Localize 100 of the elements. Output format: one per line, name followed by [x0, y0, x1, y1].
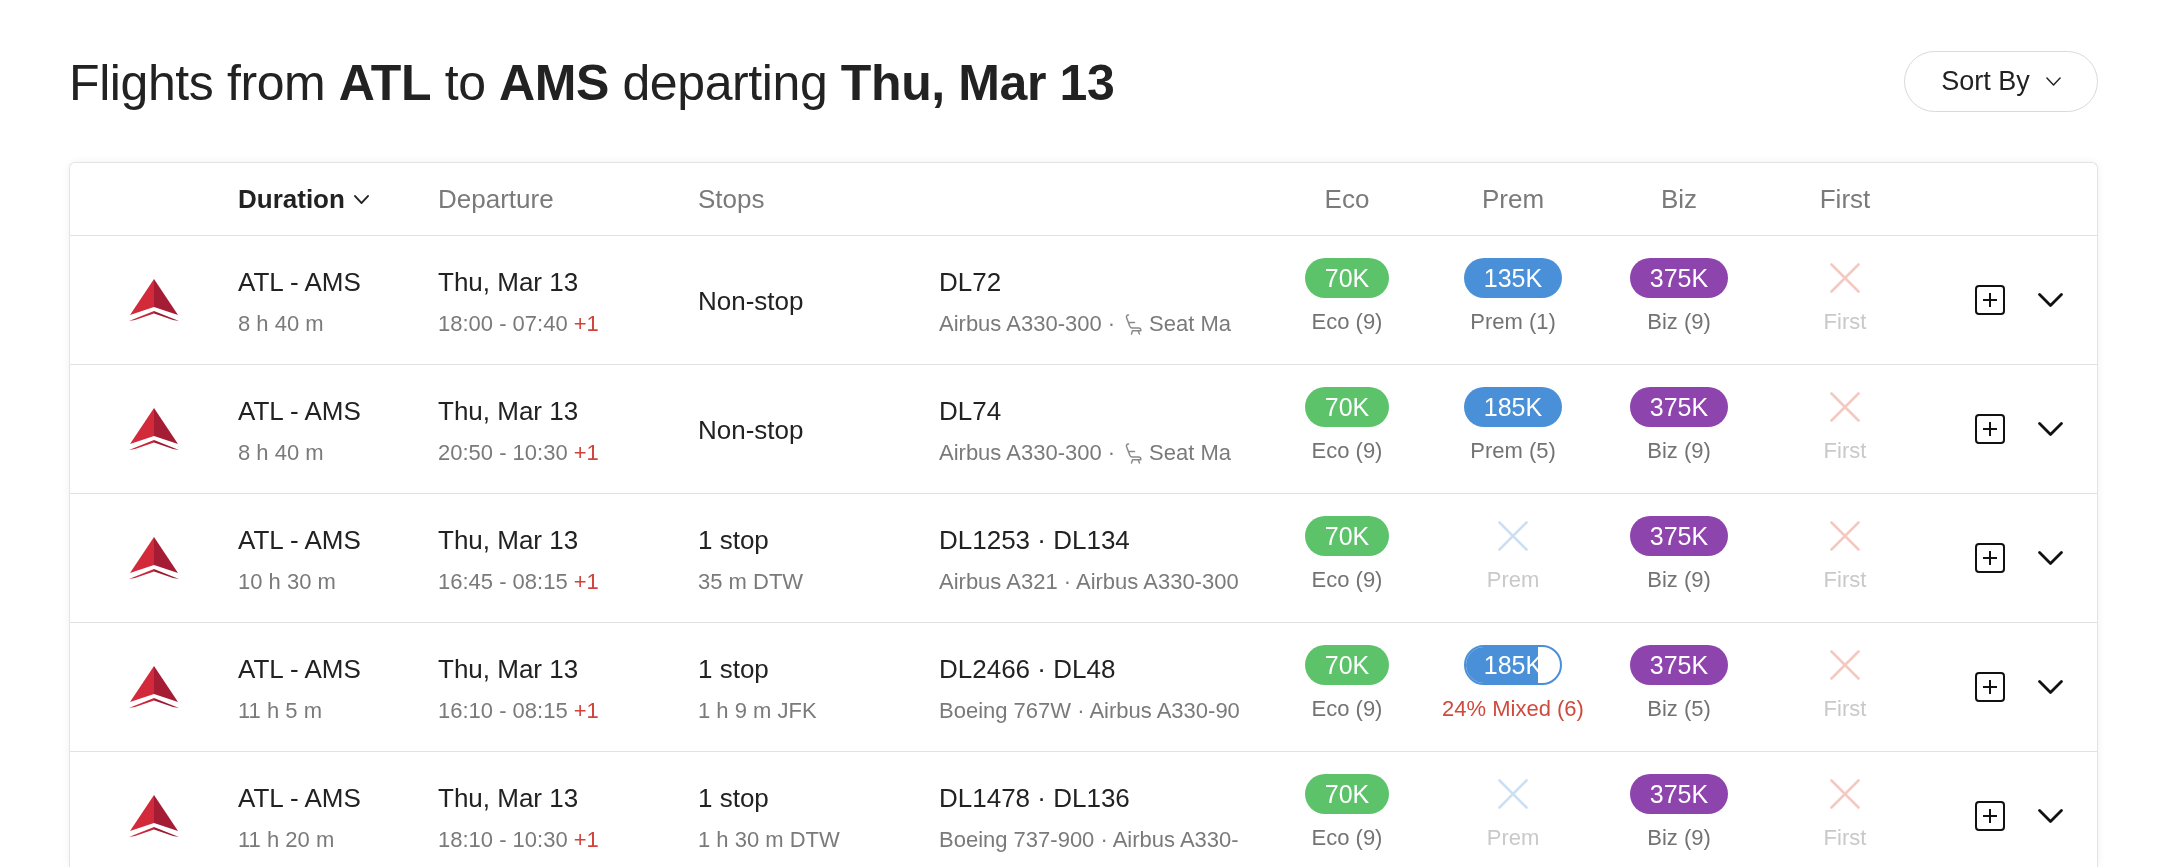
add-button[interactable]: [1975, 543, 2005, 573]
duration-text: 8 h 40 m: [238, 439, 324, 467]
date-text: Thu, Mar 13: [438, 266, 580, 298]
page-title: Flights from ATL to AMS departing Thu, Mar 13: [69, 54, 1115, 112]
cabin-label: Prem (5): [1470, 437, 1556, 465]
plus-square-icon: [1975, 414, 2005, 444]
expand-button[interactable]: [2038, 809, 2063, 823]
chevron-down-icon: [2038, 422, 2063, 436]
price-badge: 185K: [1463, 387, 1563, 427]
layover-text: 1 h 30 m DTW: [698, 826, 840, 854]
stops-text: 1 stop: [698, 524, 770, 556]
date-text: Thu, Mar 13: [438, 653, 580, 685]
day-offset-text: +1: [573, 310, 599, 338]
plus-square-icon: [1975, 285, 2005, 315]
duration-text: 8 h 40 m: [238, 310, 324, 338]
route-text: ATL - AMS: [238, 266, 362, 298]
cabin-label: Eco (9): [1311, 824, 1383, 852]
price-badge: 70K: [1304, 774, 1390, 814]
day-offset-text: +1: [573, 439, 599, 467]
cabin-label: Biz (9): [1647, 437, 1711, 465]
route-text: ATL - AMS: [238, 782, 362, 814]
date-text: Thu, Mar 13: [438, 395, 580, 427]
price-badge: 375K: [1629, 645, 1729, 685]
triangle-logo-icon: [129, 279, 179, 321]
seat-icon: [1125, 442, 1143, 464]
cabin-label: Biz (9): [1647, 824, 1711, 852]
date-text: Thu, Mar 13: [438, 782, 580, 814]
day-offset-text: +1: [573, 826, 599, 854]
plus-square-icon: [1975, 801, 2005, 831]
price-badge: 70K: [1304, 258, 1390, 298]
cabin-label: Biz (9): [1647, 308, 1711, 336]
expand-button[interactable]: [2038, 422, 2063, 436]
aircraft-text: Airbus A330-300 ·: [939, 310, 1116, 338]
expand-button[interactable]: [2038, 551, 2063, 565]
add-button[interactable]: [1975, 285, 2005, 315]
cabin-label: Eco (9): [1311, 437, 1383, 465]
add-button[interactable]: [1975, 672, 2005, 702]
stops-text: 1 stop: [698, 653, 770, 685]
cabin-label: Eco (9): [1311, 566, 1383, 594]
aircraft-text: Airbus A330-300 ·: [939, 439, 1116, 467]
chevron-down-icon: [2038, 680, 2063, 694]
price-badge: 375K: [1629, 774, 1729, 814]
price-badge: 375K: [1629, 387, 1729, 427]
cabin-label: Prem (1): [1470, 308, 1556, 336]
expand-button[interactable]: [2038, 680, 2063, 694]
date-text: Thu, Mar 13: [438, 524, 580, 556]
aircraft-text: Boeing 767W · Airbus A330-90: [939, 697, 1240, 725]
cabin-label: Eco (9): [1311, 308, 1383, 336]
time-range-text: 18:10 - 10:30: [438, 826, 568, 854]
add-button[interactable]: [1975, 801, 2005, 831]
route-text: ATL - AMS: [238, 524, 362, 556]
column-header[interactable]: Duration: [238, 183, 369, 215]
column-header[interactable]: Departure: [438, 183, 554, 215]
chevron-down-icon: [2038, 293, 2063, 307]
column-header[interactable]: Biz: [1660, 183, 1698, 215]
chevron-down-icon: [2045, 76, 2061, 86]
triangle-logo-icon: [129, 666, 179, 708]
route-text: ATL - AMS: [238, 395, 362, 427]
day-offset-text: +1: [573, 568, 599, 596]
sort-button[interactable]: Sort By: [1904, 50, 2098, 112]
aircraft-text: Airbus A321 · Airbus A330-300: [939, 568, 1239, 596]
price-badge: 375K: [1629, 258, 1729, 298]
column-header[interactable]: First: [1819, 183, 1871, 215]
time-range-text: 16:45 - 08:15: [438, 568, 568, 596]
price-badge: 70K: [1304, 516, 1390, 556]
seat-map-link[interactable]: Seat Ma: [1125, 439, 1232, 467]
stops-text: 1 stop: [698, 782, 770, 814]
layover-text: 1 h 9 m JFK: [698, 697, 817, 725]
chevron-down-icon: [353, 194, 369, 204]
column-header[interactable]: Stops: [698, 183, 765, 215]
price-badge: 70K: [1304, 645, 1390, 685]
duration-text: 11 h 20 m: [238, 826, 335, 854]
price-badge: 135K: [1463, 258, 1563, 298]
cabin-label: 24% Mixed (6): [1442, 695, 1584, 723]
triangle-logo-icon: [129, 408, 179, 450]
cabin-label: Eco (9): [1311, 695, 1383, 723]
triangle-logo-icon: [129, 537, 179, 579]
time-range-text: 18:00 - 07:40: [438, 310, 568, 338]
layover-text: 35 m DTW: [698, 568, 804, 596]
duration-text: 10 h 30 m: [238, 568, 336, 596]
flight-number-text: DL1478 · DL136: [939, 782, 1131, 814]
expand-button[interactable]: [2038, 293, 2063, 307]
column-header[interactable]: Prem: [1481, 183, 1545, 215]
price-text: 185K: [1483, 650, 1543, 680]
flight-number-text: DL1253 · DL134: [939, 524, 1131, 556]
plus-square-icon: [1975, 543, 2005, 573]
stops-text: Non-stop: [698, 415, 804, 445]
cabin-label: Biz (9): [1647, 566, 1711, 594]
aircraft-text: Boeing 737-900 · Airbus A330-: [939, 826, 1239, 854]
chevron-down-icon: [2038, 809, 2063, 823]
column-header[interactable]: Eco: [1324, 183, 1370, 215]
cabin-label: Biz (5): [1647, 695, 1711, 723]
price-badge: 375K: [1629, 516, 1729, 556]
duration-text: 11 h 5 m: [238, 697, 322, 725]
flight-number-text: DL2466 · DL48: [939, 653, 1117, 685]
stops-text: Non-stop: [698, 286, 804, 316]
add-button[interactable]: [1975, 414, 2005, 444]
triangle-logo-icon: [129, 795, 179, 837]
seat-map-link[interactable]: Seat Ma: [1125, 310, 1232, 338]
plus-square-icon: [1975, 672, 2005, 702]
